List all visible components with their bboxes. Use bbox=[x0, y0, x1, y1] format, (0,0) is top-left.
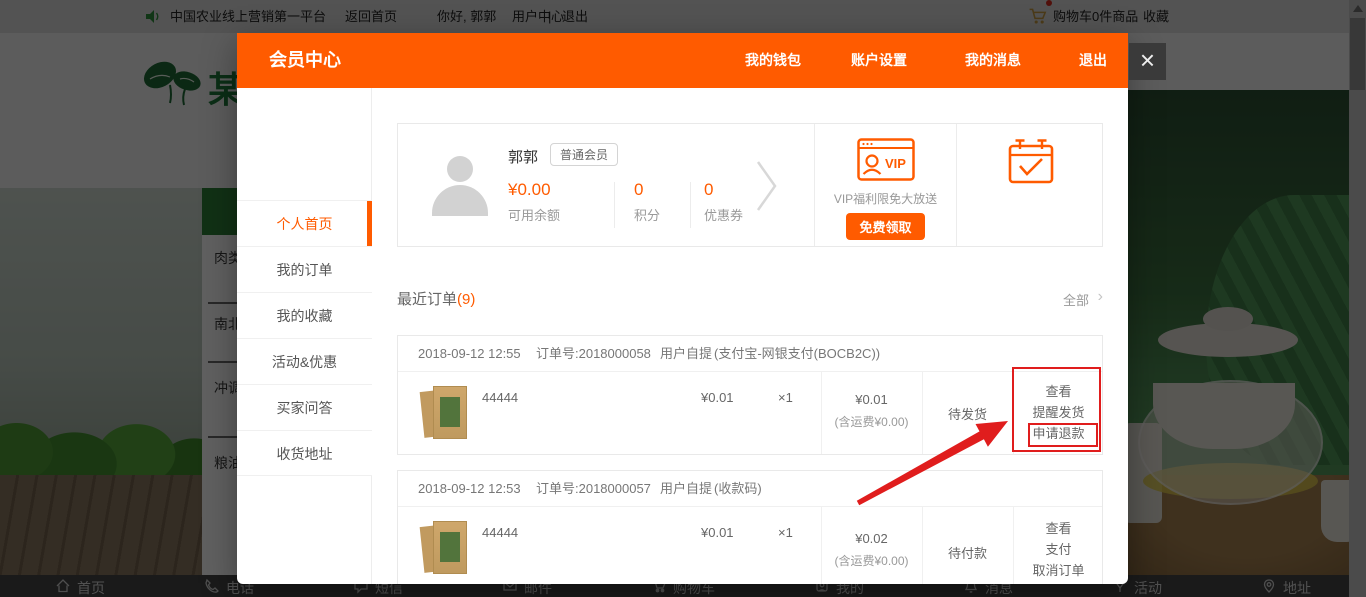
order-datetime: 2018-09-12 12:53 bbox=[418, 471, 521, 507]
shipping-note: (含运费¥0.00) bbox=[821, 552, 922, 569]
nav-my-wallet[interactable]: 我的钱包 bbox=[745, 33, 801, 88]
quantity: ×1 bbox=[778, 525, 793, 540]
order-payment: (支付宝-网银支付(BOCB2C)) bbox=[714, 336, 880, 372]
order-body: 44444 ¥0.01 ×1 ¥0.02 (含运费¥0.00) 待付款 查看 支… bbox=[398, 507, 1102, 584]
stat-divider bbox=[614, 182, 615, 228]
modal-title: 会员中心 bbox=[269, 33, 341, 88]
view-all-chevron-icon[interactable]: › bbox=[1098, 288, 1103, 306]
sidebar-item-personal-home[interactable]: 个人首页 bbox=[237, 200, 372, 246]
stat-divider bbox=[690, 182, 691, 228]
recent-orders-title: 最近订单(9) bbox=[397, 288, 475, 309]
modal-sidebar: 个人首页 我的订单 我的收藏 活动&优惠 买家问答 收货地址 bbox=[237, 88, 372, 584]
pay-order-link[interactable]: 支付 bbox=[1013, 539, 1104, 560]
product-thumbnail[interactable] bbox=[420, 383, 470, 441]
view-all-link[interactable]: 全部 bbox=[1063, 290, 1089, 309]
sidebar-menu: 个人首页 我的订单 我的收藏 活动&优惠 买家问答 收货地址 bbox=[237, 200, 372, 476]
svg-text:VIP: VIP bbox=[885, 156, 906, 171]
sidebar-item-activities[interactable]: 活动&优惠 bbox=[237, 338, 372, 384]
product-name[interactable]: 44444 bbox=[482, 525, 518, 540]
product-name[interactable]: 44444 bbox=[482, 390, 518, 405]
points-value: 0 bbox=[634, 180, 660, 200]
coupons-stat[interactable]: 0 优惠券 bbox=[704, 180, 743, 224]
free-claim-button[interactable]: 免费领取 bbox=[846, 213, 924, 240]
points-label: 积分 bbox=[634, 205, 660, 224]
unit-price: ¥0.01 bbox=[701, 390, 734, 405]
chevron-right-icon[interactable] bbox=[754, 158, 780, 214]
avatar bbox=[428, 152, 492, 216]
calendar-check-icon bbox=[1007, 138, 1055, 186]
scrollbar-thumb[interactable] bbox=[1350, 18, 1365, 90]
scroll-up-arrow-icon[interactable] bbox=[1353, 5, 1363, 12]
orders-count: (9) bbox=[457, 291, 475, 308]
vip-icon: VIP bbox=[857, 136, 915, 182]
product-thumbnail[interactable] bbox=[420, 518, 470, 576]
balance-label: 可用余额 bbox=[508, 205, 560, 224]
vip-section: VIP VIP福利限免大放送 免费领取 bbox=[815, 124, 956, 246]
close-icon[interactable]: × bbox=[1129, 43, 1166, 80]
cancel-order-link[interactable]: 取消订单 bbox=[1013, 560, 1104, 581]
balance-stat[interactable]: ¥0.00 可用余额 bbox=[508, 180, 560, 224]
user-info-card: 郭郭 普通会员 ¥0.00 可用余额 0 积分 0 优惠券 bbox=[397, 123, 1103, 247]
order-total: ¥0.02 bbox=[821, 531, 922, 546]
balance-value: ¥0.00 bbox=[508, 180, 560, 200]
user-name: 郭郭 bbox=[508, 146, 538, 167]
order-number: 订单号:2018000058 bbox=[536, 336, 651, 372]
nav-logout[interactable]: 退出 bbox=[1079, 33, 1107, 88]
order-status: 待付款 bbox=[922, 543, 1013, 562]
coupons-label: 优惠券 bbox=[704, 205, 743, 224]
highlight-box-refund bbox=[1028, 423, 1098, 447]
member-level-badge: 普通会员 bbox=[550, 143, 618, 166]
quantity: ×1 bbox=[778, 390, 793, 405]
page-scrollbar[interactable] bbox=[1349, 0, 1366, 597]
order-delivery: 用户自提 bbox=[660, 336, 712, 372]
page: 中国农业线上营销第一平台 返回首页 你好, 郭郭 用户中心 | 退出 购物车0件… bbox=[0, 0, 1366, 597]
coupons-value: 0 bbox=[704, 180, 743, 200]
sidebar-item-buyer-qa[interactable]: 买家问答 bbox=[237, 384, 372, 430]
nav-my-messages[interactable]: 我的消息 bbox=[965, 33, 1021, 88]
order-number: 订单号:2018000057 bbox=[536, 471, 651, 507]
signin-section[interactable] bbox=[957, 124, 1104, 246]
view-order-link[interactable]: 查看 bbox=[1013, 518, 1104, 539]
modal-header: 会员中心 我的钱包 账户设置 我的消息 退出 bbox=[237, 33, 1128, 88]
order-datetime: 2018-09-12 12:55 bbox=[418, 336, 521, 372]
nav-account-settings[interactable]: 账户设置 bbox=[851, 33, 907, 88]
order-payment: (收款码) bbox=[714, 471, 762, 507]
points-stat[interactable]: 0 积分 bbox=[634, 180, 660, 224]
order-header: 2018-09-12 12:55 订单号:2018000058 用户自提 (支付… bbox=[398, 336, 1102, 372]
sidebar-item-my-orders[interactable]: 我的订单 bbox=[237, 246, 372, 292]
order-actions: 查看 支付 取消订单 bbox=[1013, 518, 1104, 581]
sidebar-item-my-favorites[interactable]: 我的收藏 bbox=[237, 292, 372, 338]
red-arrow-annotation bbox=[848, 403, 1018, 515]
order-delivery: 用户自提 bbox=[660, 471, 712, 507]
vip-caption: VIP福利限免大放送 bbox=[815, 190, 956, 207]
recent-orders-header: 最近订单(9) 全部 › bbox=[397, 288, 1103, 312]
sidebar-item-shipping-address[interactable]: 收货地址 bbox=[237, 430, 372, 476]
unit-price: ¥0.01 bbox=[701, 525, 734, 540]
